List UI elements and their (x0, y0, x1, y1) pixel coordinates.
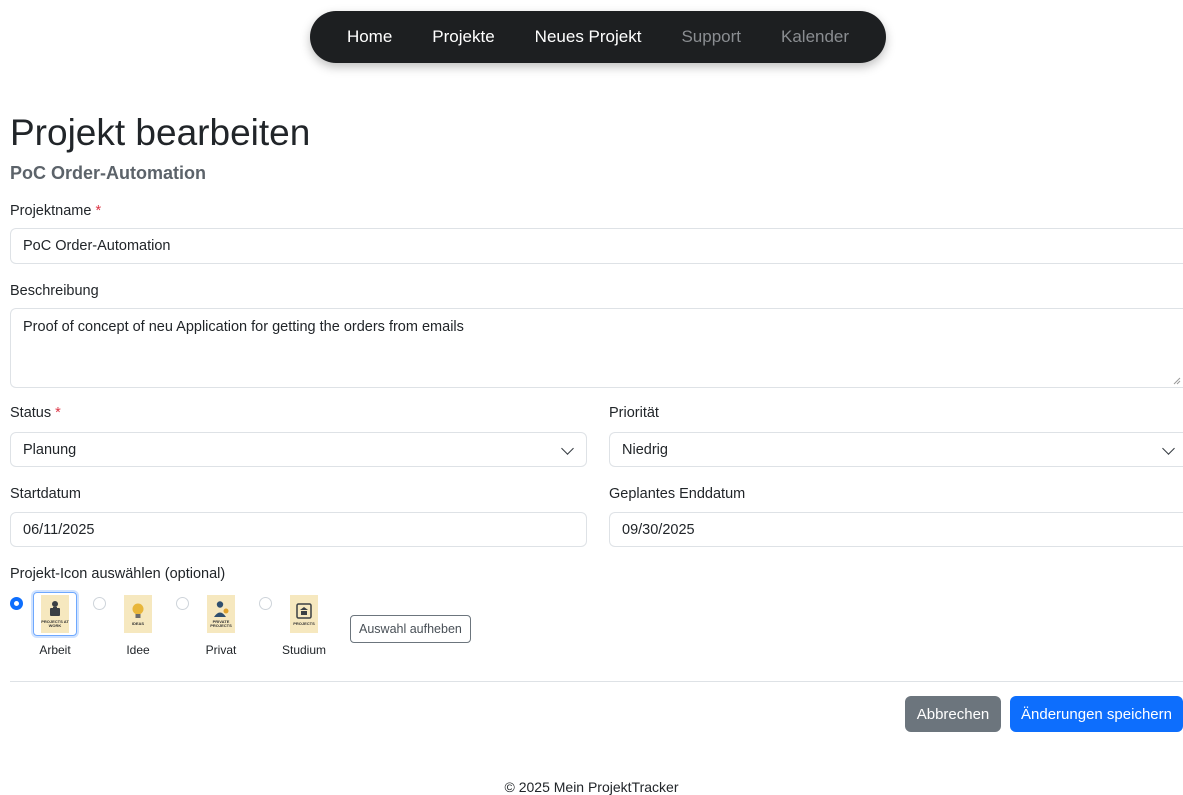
nav-home[interactable]: Home (327, 27, 412, 47)
divider (10, 681, 1183, 682)
nav-support[interactable]: Support (661, 27, 761, 47)
university-icon: PROJECTS (290, 595, 318, 633)
page-subtitle: PoC Order-Automation (10, 163, 206, 183)
clear-selection-button[interactable]: Auswahl aufheben (350, 615, 471, 643)
description-textarea[interactable]: Proof of concept of neu Application for … (10, 308, 1183, 388)
icon-label-privat: Privat (205, 643, 237, 657)
priority-label: Priorität (609, 405, 659, 421)
icon-thumb-idee[interactable]: IDEAS (116, 592, 160, 636)
icon-option-idee[interactable]: IDEAS Idee (93, 590, 173, 660)
lightbulb-figure-icon (132, 603, 144, 618)
work-figure-icon (50, 601, 60, 616)
start-date-label: Startdatum (10, 486, 81, 502)
icon-option-privat[interactable]: PRIVATE PROJECTS Privat (176, 590, 256, 660)
end-date-value: 09/30/2025 (622, 521, 695, 538)
icon-label-arbeit: Arbeit (39, 643, 71, 657)
project-name-input[interactable]: PoC Order-Automation (10, 228, 1183, 264)
end-date-label: Geplantes Enddatum (609, 486, 746, 502)
project-name-value: PoC Order-Automation (23, 238, 171, 254)
status-select[interactable]: Planung (10, 432, 587, 467)
icon-option-studium[interactable]: PROJECTS Studium (259, 590, 339, 660)
icon-radio-privat[interactable] (176, 597, 189, 610)
icon-thumb-studium[interactable]: PROJECTS (282, 592, 326, 636)
end-date-input[interactable]: 09/30/2025 (609, 512, 1183, 547)
priority-select[interactable]: Niedrig (609, 432, 1183, 467)
icon-thumb-privat[interactable]: PRIVATE PROJECTS (199, 592, 243, 636)
start-date-value: 06/11/2025 (23, 521, 95, 538)
description-value: Proof of concept of neu Application for … (23, 319, 464, 335)
person-icon: PRIVATE PROJECTS (207, 595, 235, 633)
icon-caption-studium: PROJECTS (293, 621, 315, 626)
chevron-down-icon (561, 442, 574, 455)
project-name-label: Projektname * (10, 203, 101, 219)
status-label-text: Status (10, 405, 52, 421)
icon-caption-privat: PRIVATE PROJECTS (210, 619, 232, 628)
required-marker: * (55, 405, 61, 421)
icon-picker-label: Projekt-Icon auswählen (optional) (10, 566, 226, 582)
description-label: Beschreibung (10, 283, 99, 299)
icon-radio-arbeit[interactable] (10, 597, 23, 610)
status-label: Status * (10, 405, 61, 421)
save-changes-button[interactable]: Änderungen speichern (1010, 696, 1183, 732)
nav-projekte[interactable]: Projekte (412, 27, 514, 47)
icon-thumb-arbeit[interactable]: PROJECTS AT WORK (33, 592, 77, 636)
person-figure-icon (214, 601, 229, 617)
priority-value: Niedrig (622, 441, 668, 458)
university-figure-icon (296, 603, 312, 619)
briefcase-person-icon: PROJECTS AT WORK (41, 595, 69, 633)
nav-neues-projekt[interactable]: Neues Projekt (515, 27, 662, 47)
footer-copyright: © 2025 Mein ProjektTracker (504, 779, 679, 795)
icon-radio-studium[interactable] (259, 597, 272, 610)
project-name-label-text: Projektname (10, 203, 92, 219)
top-navbar: Home Projekte Neues Projekt Support Kale… (310, 11, 886, 63)
nav-kalender[interactable]: Kalender (761, 27, 869, 47)
required-marker: * (95, 203, 102, 219)
chevron-down-icon (1162, 442, 1175, 455)
icon-label-idee: Idee (126, 643, 150, 657)
icon-radio-idee[interactable] (93, 597, 106, 610)
icon-caption-idee: IDEAS (131, 621, 145, 626)
icon-option-arbeit[interactable]: PROJECTS AT WORK Arbeit (10, 590, 90, 660)
cancel-button[interactable]: Abbrechen (905, 696, 1001, 732)
start-date-input[interactable]: 06/11/2025 (10, 512, 587, 547)
status-value: Planung (23, 441, 77, 458)
page-title: Projekt bearbeiten (10, 112, 311, 153)
resize-handle-icon[interactable] (1173, 377, 1181, 385)
icon-caption-arbeit: PROJECTS AT WORK (41, 619, 69, 628)
icon-label-studium: Studium (282, 643, 327, 657)
lightbulb-icon: IDEAS (124, 595, 152, 633)
